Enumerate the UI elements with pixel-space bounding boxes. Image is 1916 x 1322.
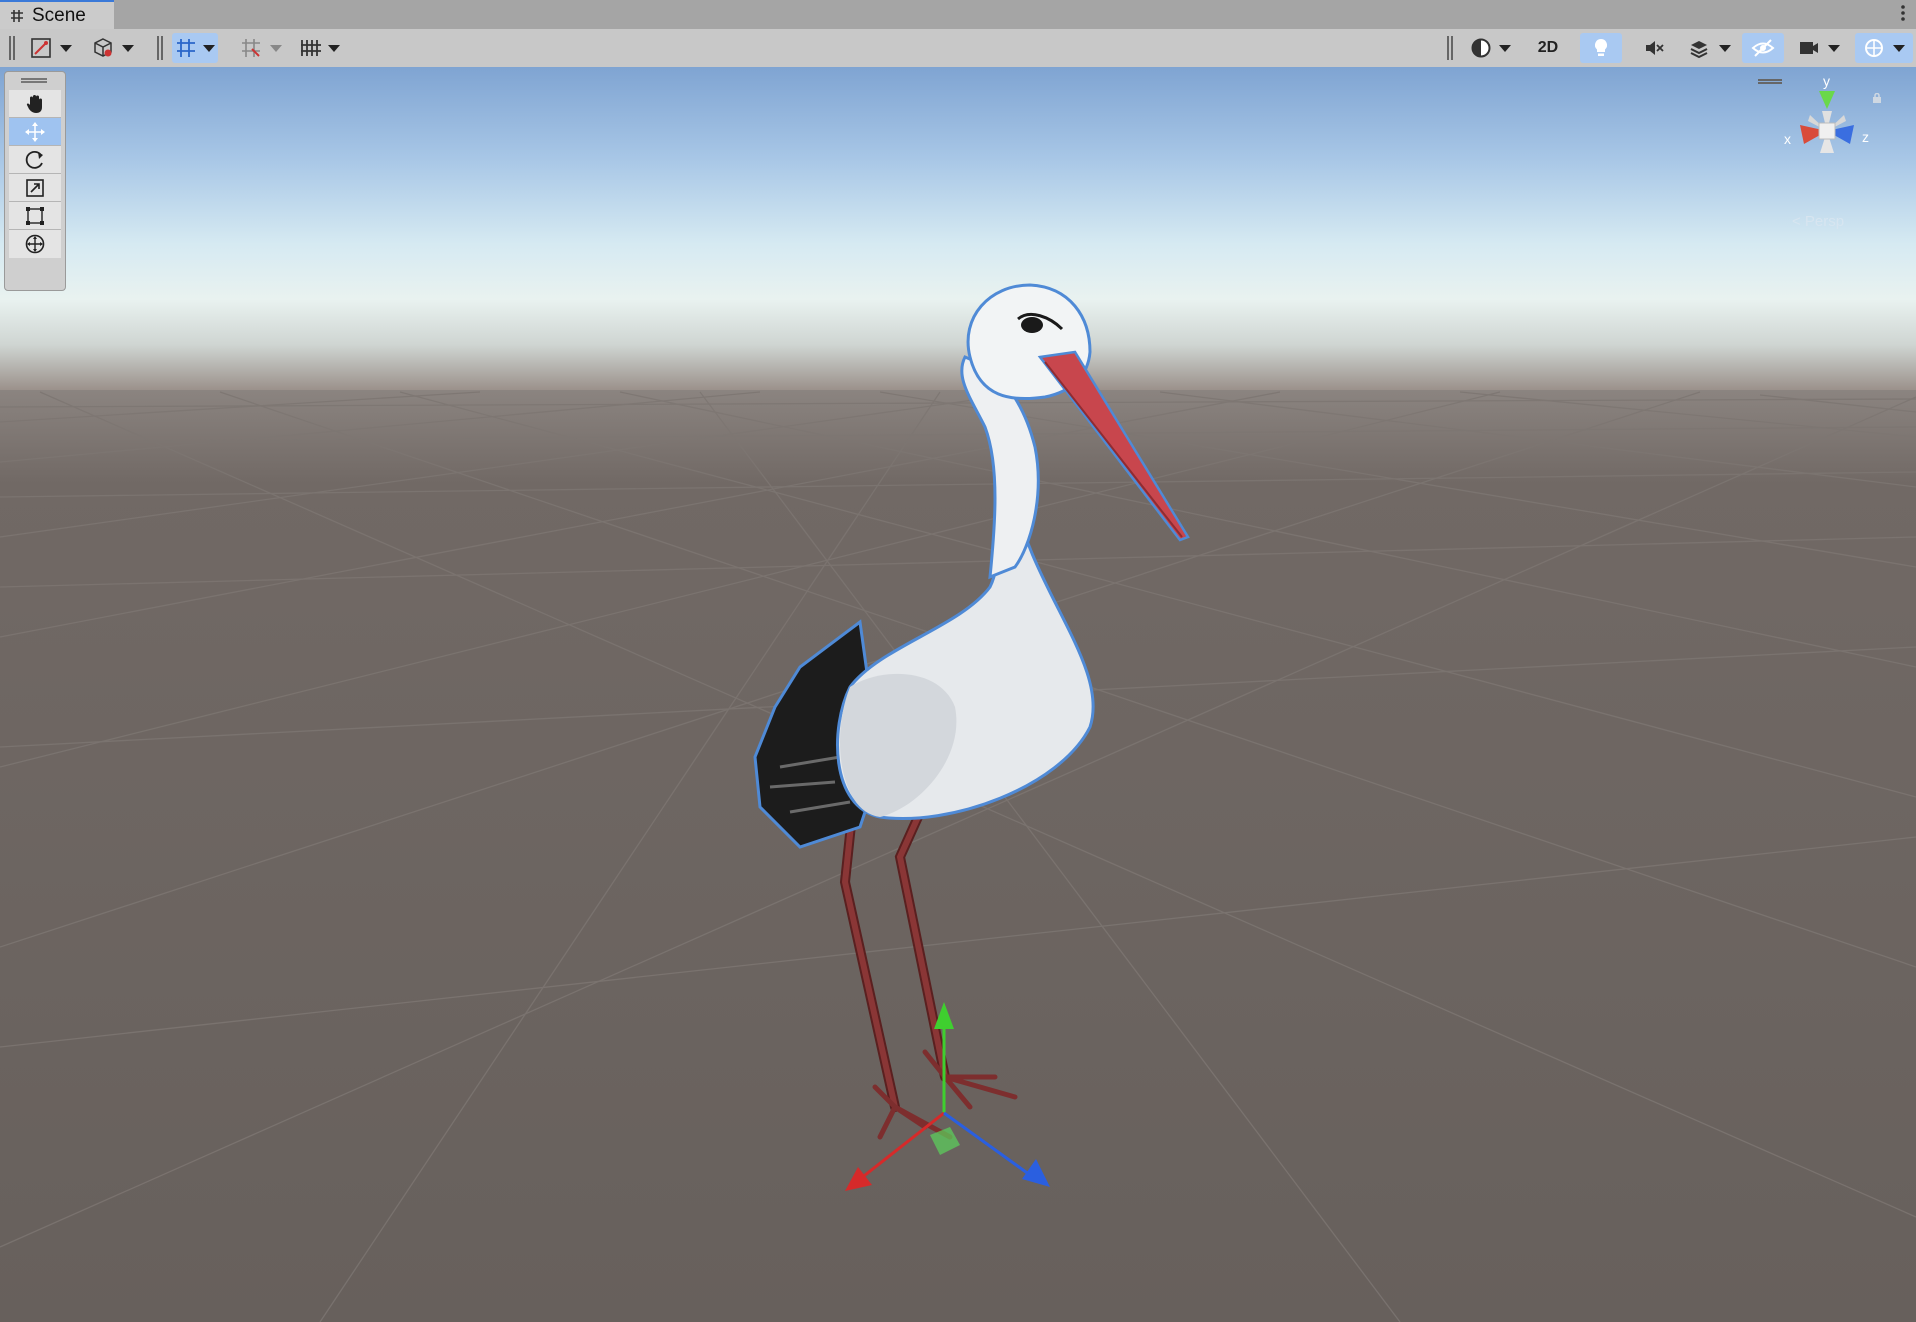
increment-snap-icon bbox=[242, 39, 260, 57]
render-mode-button[interactable] bbox=[88, 33, 118, 63]
grid-snap-icon bbox=[177, 39, 195, 57]
effects-layers-icon bbox=[1690, 41, 1708, 59]
scene-camera-dropdown[interactable] bbox=[1826, 33, 1842, 63]
grid-visibility-dropdown[interactable] bbox=[326, 33, 342, 63]
rotate-tool-button[interactable] bbox=[9, 146, 61, 174]
hand-tool-icon bbox=[26, 94, 42, 113]
chevron-down-icon bbox=[328, 44, 340, 52]
stork-model[interactable] bbox=[0, 67, 1916, 1322]
tool-panel bbox=[4, 71, 66, 291]
chevron-down-icon bbox=[1719, 44, 1731, 52]
draw-mode-icon bbox=[31, 38, 51, 58]
hand-tool-button[interactable] bbox=[9, 90, 61, 118]
render-mode-dropdown[interactable] bbox=[120, 33, 136, 63]
move-tool-button[interactable] bbox=[9, 118, 61, 146]
rotate-tool-icon bbox=[25, 150, 43, 169]
lighting-bulb-icon bbox=[1594, 38, 1608, 56]
gizmos-toggle[interactable] bbox=[1855, 33, 1913, 63]
chevron-down-icon bbox=[1499, 44, 1511, 52]
toolbar-grip[interactable] bbox=[1447, 36, 1453, 60]
effects-button[interactable] bbox=[1684, 33, 1714, 63]
draw-mode-dropdown[interactable] bbox=[58, 33, 74, 63]
render-mode-cube-icon bbox=[94, 38, 112, 57]
scale-tool-button[interactable] bbox=[9, 174, 61, 202]
chevron-down-icon bbox=[203, 44, 215, 52]
increment-snap-dropdown[interactable] bbox=[268, 33, 284, 63]
2d-toggle-label: 2D bbox=[1537, 39, 1559, 56]
shading-mode-dropdown[interactable] bbox=[1497, 33, 1513, 63]
effects-dropdown[interactable] bbox=[1717, 33, 1733, 63]
audio-mute-icon bbox=[1646, 41, 1664, 55]
draw-mode-button[interactable] bbox=[26, 33, 56, 63]
scene-toolbar: 2D bbox=[0, 29, 1916, 68]
axis-z-label: z bbox=[1862, 129, 1869, 145]
axis-y-label: y bbox=[1823, 73, 1830, 89]
toolbar-grip[interactable] bbox=[9, 36, 15, 60]
transform-tool-button[interactable] bbox=[9, 230, 61, 258]
audio-toggle[interactable] bbox=[1633, 33, 1675, 63]
scale-tool-icon bbox=[26, 178, 44, 197]
move-tool-icon bbox=[25, 121, 45, 142]
grid-hash-icon bbox=[11, 9, 23, 22]
tab-scene-label: Scene bbox=[32, 4, 86, 26]
tab-bar: Scene bbox=[0, 0, 1916, 30]
2d-toggle[interactable]: 2D bbox=[1527, 33, 1569, 63]
scene-visibility-toggle[interactable] bbox=[1742, 33, 1784, 63]
shading-sphere-icon bbox=[1471, 38, 1491, 58]
panel-drag-handle[interactable] bbox=[21, 78, 47, 83]
scene-camera-button[interactable] bbox=[1795, 33, 1823, 63]
shading-mode-button[interactable] bbox=[1466, 33, 1496, 63]
chevron-down-icon bbox=[1828, 44, 1840, 52]
toolbar-grip[interactable] bbox=[157, 36, 163, 60]
grid-visibility-icon bbox=[301, 40, 321, 56]
chevron-down-icon bbox=[270, 44, 282, 52]
chevron-down-icon bbox=[122, 44, 134, 52]
increment-snap-button[interactable] bbox=[236, 33, 266, 63]
scene-camera-icon bbox=[1800, 42, 1818, 54]
projection-toggle[interactable]: < Persp bbox=[1792, 213, 1844, 230]
orientation-gizmo[interactable]: y x z bbox=[1752, 71, 1902, 221]
rect-tool-button[interactable] bbox=[9, 202, 61, 230]
gizmos-icon bbox=[1865, 39, 1883, 57]
lighting-toggle[interactable] bbox=[1580, 33, 1622, 63]
chevron-down-icon bbox=[1893, 44, 1905, 52]
axis-x-label: x bbox=[1784, 131, 1791, 147]
grid-visibility-button[interactable] bbox=[296, 33, 326, 63]
rect-tool-icon bbox=[26, 206, 44, 225]
vertical-dots-icon[interactable] bbox=[1900, 4, 1906, 26]
chevron-down-icon bbox=[60, 44, 72, 52]
grid-snap-button[interactable] bbox=[172, 33, 218, 63]
scene-window: Scene 2D y x z < Persp bbox=[0, 0, 1916, 1322]
scene-viewport[interactable]: y x z < Persp bbox=[0, 67, 1916, 1322]
transform-tool-icon bbox=[25, 234, 45, 254]
tab-scene[interactable]: Scene bbox=[0, 0, 114, 29]
hidden-visibility-icon bbox=[1751, 39, 1775, 57]
